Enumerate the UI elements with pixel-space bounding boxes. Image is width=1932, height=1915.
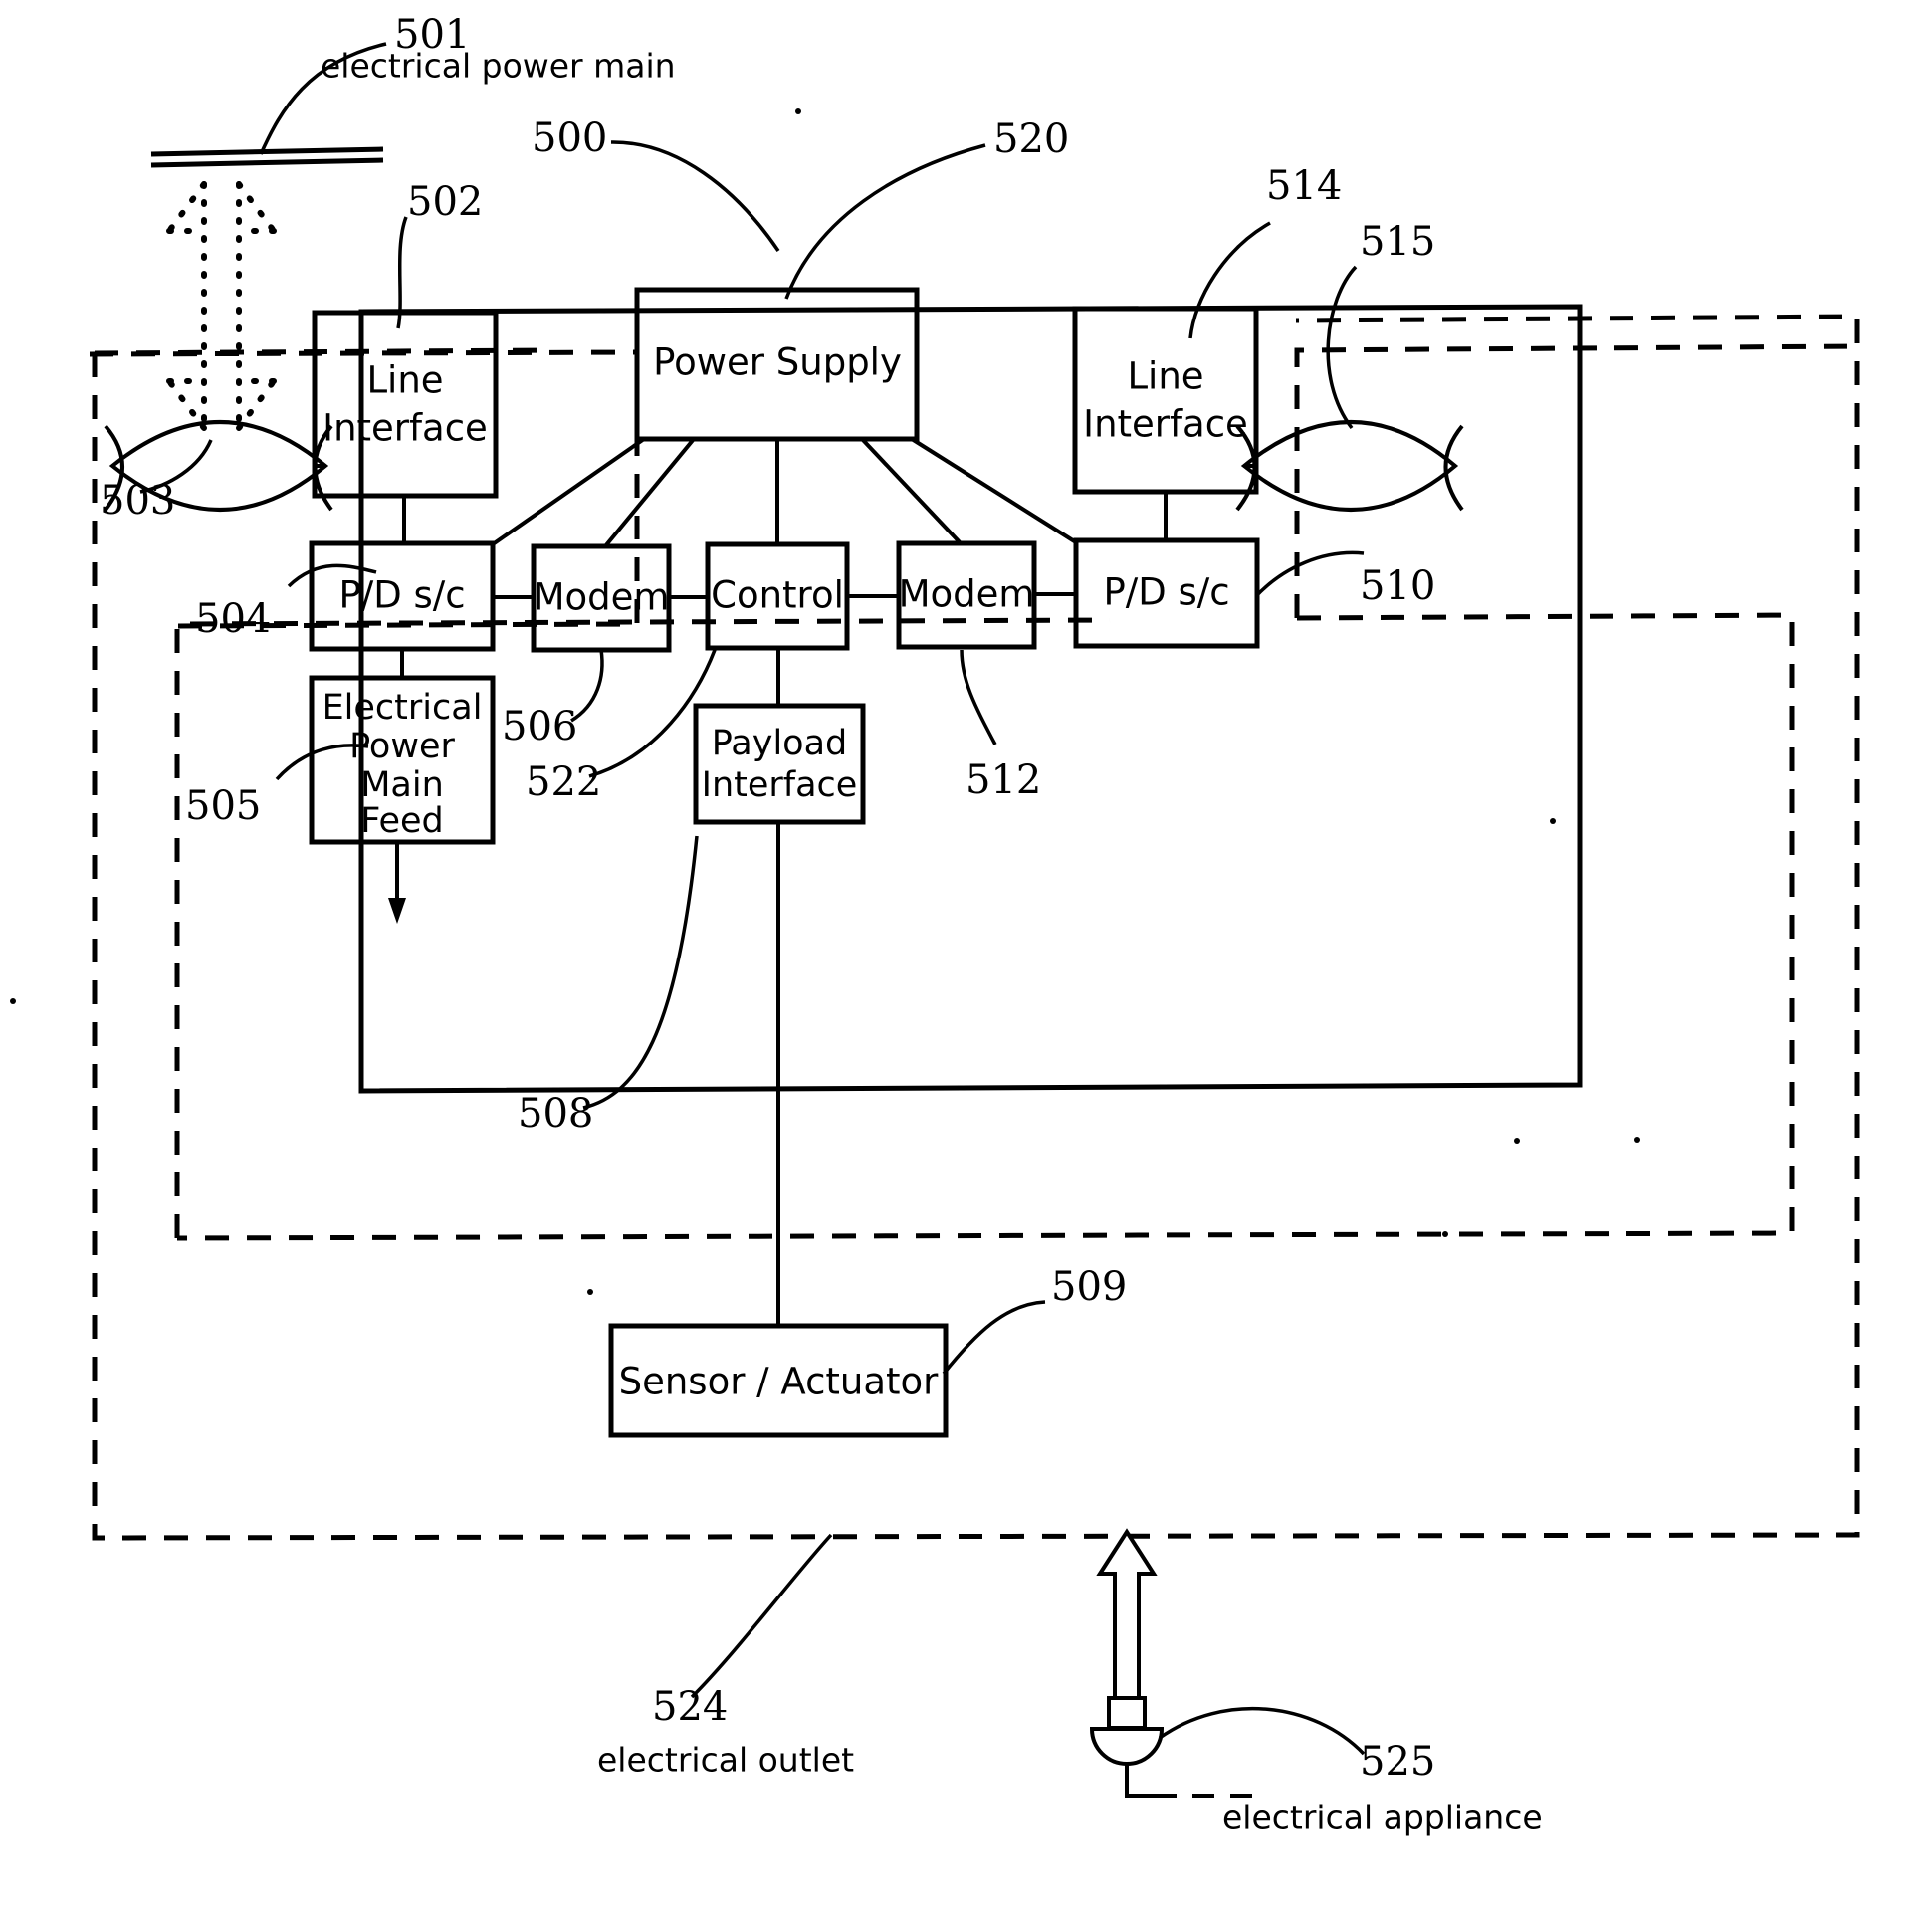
- ref-504: 504: [195, 596, 271, 642]
- ref-514: 514: [1266, 163, 1342, 209]
- block-line-interface-left[interactable]: Line Interface: [312, 310, 499, 499]
- caption-electrical-appliance: electrical appliance: [1222, 1799, 1543, 1837]
- ref-509: 509: [1051, 1264, 1127, 1310]
- leader-525: [1158, 1706, 1366, 1756]
- control-label: Control: [711, 574, 844, 617]
- ref-502: 502: [407, 179, 483, 225]
- leader-509: [942, 1300, 1046, 1376]
- sensor-actuator-label: Sensor / Actuator: [619, 1361, 940, 1403]
- epmf-label-4: Feed: [360, 801, 444, 841]
- ref-522: 522: [526, 759, 601, 805]
- figure-canvas: Line Interface Line Interface Power Supp…: [10, 12, 1860, 1837]
- line-interface-right-label-2: Interface: [1083, 403, 1248, 446]
- caption-electrical-power-main: electrical power main: [321, 47, 676, 86]
- leader-508: [582, 835, 699, 1110]
- block-electrical-power-main-feed[interactable]: Electrical Power Main Feed: [309, 675, 496, 845]
- line-interface-right-label-1: Line: [1127, 355, 1203, 398]
- leader-515: [1326, 265, 1358, 430]
- line-interface-left-label-2: Interface: [322, 407, 488, 450]
- line-interface-left-label-1: Line: [366, 359, 443, 402]
- ref-525: 525: [1360, 1739, 1435, 1785]
- middle-dashed-region-node: [174, 617, 1111, 1238]
- payload-interface-label-1: Payload: [712, 724, 848, 763]
- ref-510: 510: [1360, 563, 1435, 609]
- leader-512: [960, 649, 997, 745]
- leader-510: [1255, 550, 1365, 597]
- ref-508: 508: [518, 1091, 593, 1137]
- node-housing-outline: [358, 304, 1583, 1094]
- block-control[interactable]: Control: [705, 541, 850, 651]
- block-line-interface-right[interactable]: Line Interface: [1072, 306, 1259, 495]
- dotted-coupling-arrow: [166, 181, 277, 431]
- block-pd-sc-left[interactable]: P/D s/c: [309, 540, 496, 652]
- pd-sc-right-label: P/D s/c: [1103, 571, 1229, 614]
- pd-sc-left-label: P/D s/c: [338, 574, 465, 617]
- block-payload-interface[interactable]: Payload Interface: [693, 703, 866, 825]
- ref-520: 520: [993, 116, 1069, 162]
- ref-500: 500: [532, 115, 607, 161]
- block-modem-right[interactable]: Modem: [896, 540, 1037, 650]
- ref-506: 506: [502, 704, 577, 749]
- epmf-label-1: Electrical: [322, 688, 483, 728]
- electrical-appliance-plug: [1089, 1528, 1266, 1798]
- patent-figure: Line Interface Line Interface Power Supp…: [0, 0, 1932, 1915]
- power-feed-arrowhead: [388, 898, 406, 924]
- block-modem-left[interactable]: Modem: [531, 543, 672, 653]
- epmf-label-3: Main: [360, 765, 444, 805]
- leader-520: [784, 143, 986, 300]
- block-sensor-actuator[interactable]: Sensor / Actuator: [608, 1323, 949, 1438]
- scan-speckles: [10, 108, 1640, 1295]
- payload-interface-label-2: Interface: [702, 765, 858, 805]
- leader-524: [690, 1533, 833, 1699]
- power-supply-label: Power Supply: [653, 341, 902, 384]
- wiring: [315, 312, 1256, 1326]
- caption-electrical-outlet: electrical outlet: [597, 1741, 854, 1780]
- coupler-symbol-right: [1235, 420, 1464, 512]
- block-pd-sc-right[interactable]: P/D s/c: [1073, 537, 1260, 649]
- ref-505: 505: [185, 783, 261, 829]
- ref-515: 515: [1360, 219, 1435, 265]
- ref-512: 512: [966, 757, 1041, 803]
- leader-500: [610, 140, 780, 252]
- modem-right-label: Modem: [899, 573, 1035, 616]
- electrical-power-main-symbol: [150, 146, 384, 168]
- ref-524: 524: [652, 1684, 728, 1730]
- modem-left-label: Modem: [534, 576, 670, 619]
- ref-503: 503: [100, 478, 175, 524]
